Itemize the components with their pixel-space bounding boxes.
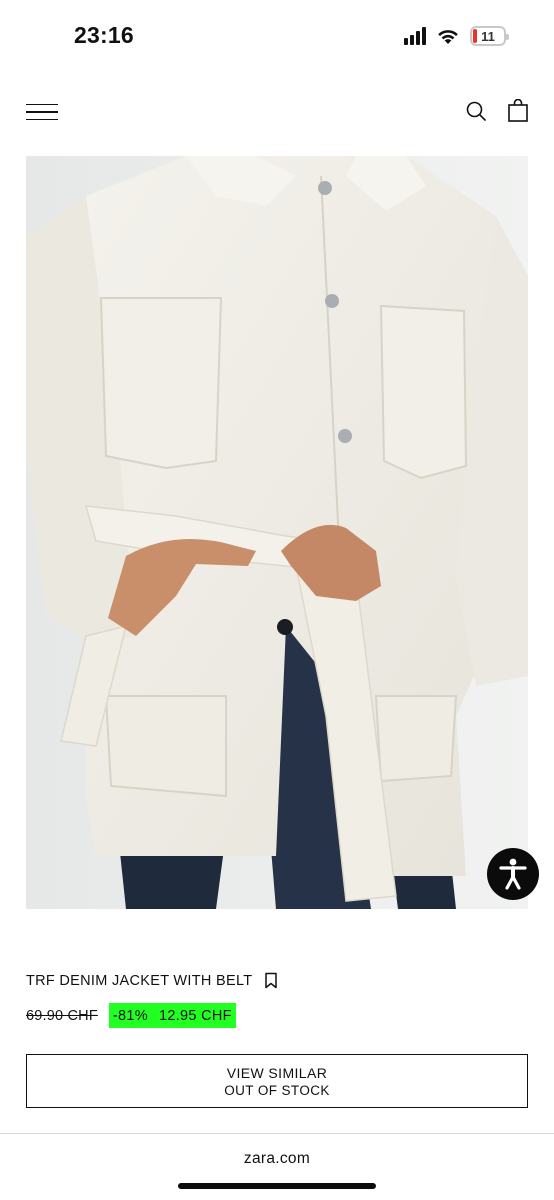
view-similar-button[interactable]: VIEW SIMILAR OUT OF STOCK (26, 1054, 528, 1108)
accessibility-button[interactable] (487, 848, 539, 900)
wifi-icon (438, 30, 458, 44)
home-indicator[interactable] (178, 1183, 376, 1189)
view-similar-label: VIEW SIMILAR (226, 1064, 328, 1081)
bookmark-icon[interactable] (264, 972, 278, 989)
url-bar-divider (0, 1133, 554, 1134)
shopping-bag-icon[interactable] (507, 99, 529, 123)
battery-level: 11 (481, 28, 495, 44)
product-name-row: TRF DENIM JACKET WITH BELT (26, 972, 278, 989)
sale-price: 12.95 CHF (158, 1007, 232, 1024)
signal-icon (404, 27, 426, 45)
old-price: 69.90 CHF (26, 1007, 98, 1024)
out-of-stock-label: OUT OF STOCK (224, 1082, 330, 1098)
menu-icon[interactable] (26, 104, 58, 120)
status-icons: 11 (404, 26, 509, 46)
search-icon[interactable] (465, 100, 487, 122)
battery-icon: 11 (470, 26, 509, 46)
battery-fill (473, 29, 477, 43)
accessibility-icon (499, 858, 527, 890)
product-name: TRF DENIM JACKET WITH BELT (26, 972, 253, 989)
discount-percent: -81% (112, 1007, 148, 1024)
product-image[interactable] (26, 156, 528, 909)
status-time: 23:16 (74, 22, 134, 48)
url-bar[interactable]: zara.com (0, 1150, 554, 1168)
sale-badge: -81% 12.95 CHF (108, 1003, 236, 1028)
price-row: 69.90 CHF -81% 12.95 CHF (26, 1003, 236, 1028)
